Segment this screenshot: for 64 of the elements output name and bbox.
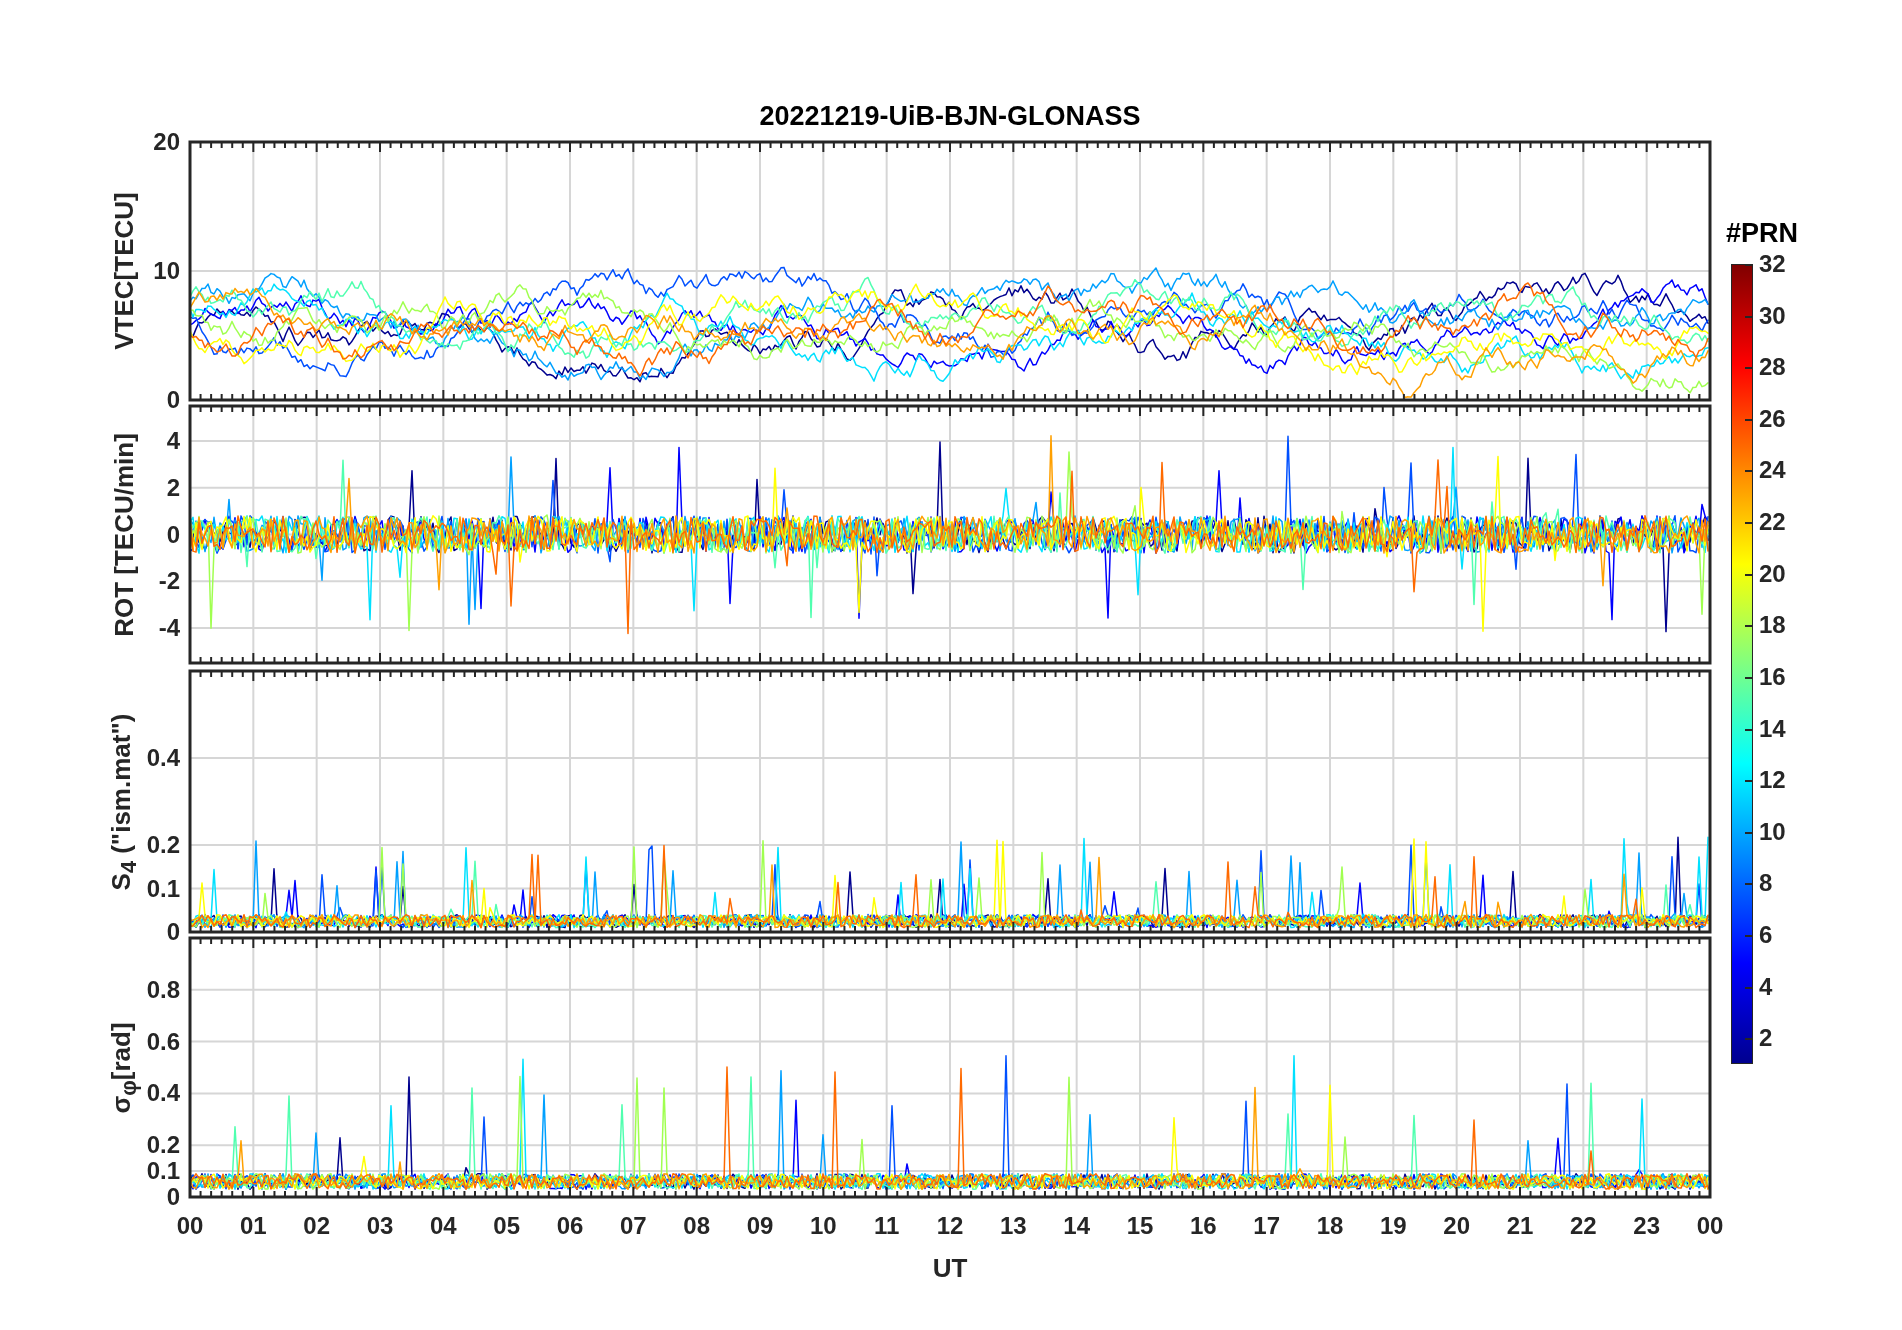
x-tick-label: 04 (430, 1212, 457, 1240)
y-tick-label: -4 (158, 613, 180, 642)
x-tick-label: 07 (620, 1212, 647, 1240)
y-tick-label: 0 (166, 1183, 180, 1211)
x-tick-label: 00 (176, 1212, 204, 1240)
colorbar-tick-label: 20 (1759, 559, 1786, 588)
colorbar-tick-label: 26 (1759, 404, 1786, 433)
colorbar-tick-label: 30 (1759, 301, 1786, 330)
x-tick-label: 02 (303, 1212, 330, 1240)
x-tick-label: 00 (1696, 1212, 1724, 1240)
x-tick-label: 10 (810, 1212, 837, 1240)
y-tick-label: 0.2 (146, 1131, 180, 1160)
colorbar-tick-label: 32 (1759, 250, 1786, 278)
colorbar-tick-label: 6 (1759, 920, 1773, 949)
x-tick-label: 06 (556, 1212, 584, 1240)
colorbar-tick-label: 24 (1759, 456, 1786, 485)
y-tick-label: 0.6 (146, 1027, 180, 1056)
colorbar-tick-label: 4 (1759, 972, 1773, 1001)
colorbar-tick-label: 10 (1759, 817, 1786, 846)
x-tick-label: 18 (1316, 1212, 1344, 1240)
colorbar-tick-label: 22 (1759, 508, 1786, 537)
y-tick-label: 0 (166, 918, 180, 946)
y-tick-label: 0 (166, 520, 180, 549)
colorbar-tick-label: 16 (1759, 662, 1786, 691)
x-axis-label: UT (932, 1252, 968, 1284)
x-tick-label: 14 (1063, 1212, 1090, 1240)
colorbar-tick-label: 28 (1759, 353, 1786, 382)
colorbar-tick-label: 14 (1759, 714, 1786, 743)
x-tick-label: 08 (683, 1212, 710, 1240)
x-tick-label: 01 (240, 1212, 267, 1240)
y-tick-label: 10 (153, 257, 180, 285)
x-tick-label: 19 (1380, 1212, 1407, 1240)
y-tick-label: 0.4 (146, 744, 180, 772)
chart-title: 20221219-UiB-BJN-GLONASS (759, 100, 1141, 132)
y-tick-label: 0.2 (146, 831, 180, 859)
x-tick-label: 23 (1633, 1212, 1660, 1240)
x-tick-label: 15 (1126, 1212, 1154, 1240)
y-tick-label: 0.8 (146, 975, 180, 1004)
x-tick-label: 11 (873, 1212, 900, 1240)
x-tick-label: 16 (1190, 1212, 1217, 1240)
y-axis-label: ROT [TECU/min] (108, 432, 140, 637)
x-tick-label: 17 (1253, 1212, 1280, 1240)
y-tick-label: 0.1 (146, 1157, 180, 1186)
x-tick-label: 09 (746, 1212, 774, 1240)
colorbar-title: #PRN (1726, 217, 1798, 249)
colorbar-tick-label: 8 (1759, 869, 1773, 898)
x-tick-label: 13 (1000, 1212, 1027, 1240)
y-axis-label: VTEC[TECU] (108, 192, 140, 350)
colorbar-tick-label: 18 (1759, 611, 1786, 640)
x-tick-label: 12 (936, 1212, 964, 1240)
colorbar-tick-label: 2 (1759, 1024, 1773, 1053)
y-tick-label: 0.1 (146, 874, 180, 903)
x-tick-label: 22 (1570, 1212, 1597, 1240)
y-tick-label: 2 (166, 473, 180, 502)
x-tick-label: 20 (1443, 1212, 1470, 1240)
y-tick-label: 0 (166, 386, 180, 414)
y-tick-label: 0.4 (146, 1079, 180, 1108)
y-tick-label: -2 (158, 567, 180, 596)
y-tick-label: 4 (166, 427, 180, 456)
y-tick-label: 20 (153, 128, 180, 156)
x-tick-label: 03 (366, 1212, 394, 1240)
x-tick-label: 21 (1506, 1212, 1534, 1240)
colorbar-tick-label: 12 (1759, 766, 1786, 795)
x-tick-label: 05 (493, 1212, 520, 1240)
